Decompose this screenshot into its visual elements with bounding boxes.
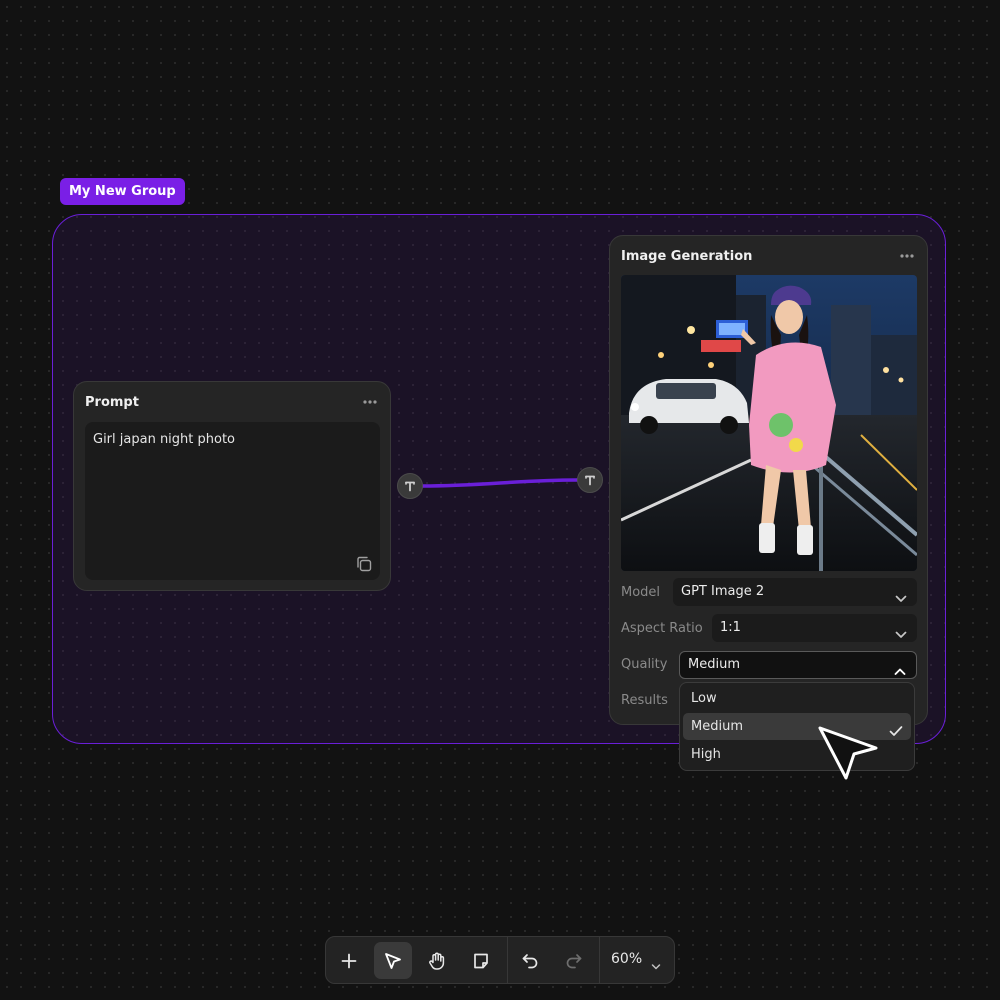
chevron-down-icon[interactable] [651, 956, 661, 970]
chevron-up-icon [894, 661, 906, 675]
results-label: Results [621, 693, 668, 708]
model-select[interactable]: GPT Image 2 [673, 578, 917, 606]
add-icon[interactable] [330, 942, 368, 979]
text-port-icon[interactable] [397, 473, 423, 499]
generated-image[interactable] [621, 275, 917, 571]
copy-icon[interactable] [356, 556, 372, 572]
quality-select[interactable]: Medium [679, 651, 917, 679]
chevron-down-icon [895, 623, 907, 638]
aspect-ratio-select[interactable]: 1:1 [712, 614, 917, 642]
model-label: Model [621, 585, 661, 600]
aspect-ratio-value: 1:1 [720, 620, 741, 635]
more-horizontal-icon[interactable] [899, 251, 915, 261]
check-icon [889, 720, 903, 736]
node-title: Prompt [85, 395, 139, 410]
prompt-node[interactable]: Prompt Girl japan night photo [73, 381, 391, 591]
chevron-down-icon [895, 587, 907, 602]
prompt-text: Girl japan night photo [93, 432, 236, 447]
undo-icon[interactable] [511, 942, 549, 979]
node-title: Image Generation [621, 249, 753, 264]
image-generation-node[interactable]: Image Generation Model GPT Image 2 Aspec… [609, 235, 928, 725]
text-port-icon[interactable] [577, 467, 603, 493]
note-icon[interactable] [462, 942, 500, 979]
redo-icon[interactable] [555, 942, 593, 979]
more-horizontal-icon[interactable] [362, 397, 378, 407]
bottom-toolbar: 60% [325, 936, 675, 984]
dropdown-option-low[interactable]: Low [683, 685, 911, 712]
select-pointer-icon[interactable] [374, 942, 412, 979]
hand-pan-icon[interactable] [418, 942, 456, 979]
model-value: GPT Image 2 [681, 584, 765, 599]
zoom-level[interactable]: 60% [611, 951, 642, 967]
mouse-cursor-icon [816, 724, 880, 784]
quality-value: Medium [688, 657, 740, 672]
option-label: Medium [691, 719, 743, 734]
aspect-ratio-label: Aspect Ratio [621, 621, 703, 636]
prompt-textarea[interactable]: Girl japan night photo [85, 422, 380, 580]
quality-label: Quality [621, 657, 668, 672]
group-label[interactable]: My New Group [60, 178, 185, 205]
